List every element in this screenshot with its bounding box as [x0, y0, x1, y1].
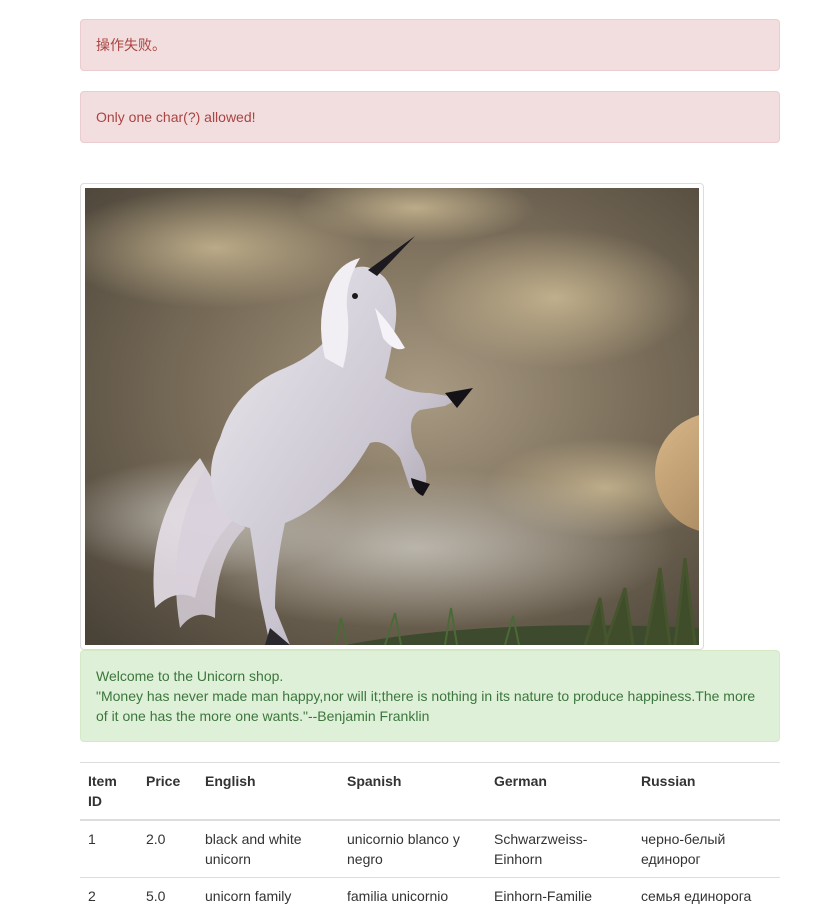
error-alert-operation-failed: 操作失败。	[80, 19, 780, 71]
welcome-quote: "Money has never made man happy,nor will…	[96, 686, 764, 726]
cell-german: Schwarzweiss-Einhorn	[486, 820, 633, 878]
cell-price: 5.0	[138, 878, 197, 914]
cell-price: 2.0	[138, 820, 197, 878]
error-alert-one-char: Only one char(?) allowed!	[80, 91, 780, 143]
error-alert-text: 操作失败。	[96, 37, 166, 53]
cell-item-id: 2	[80, 878, 138, 914]
table-row: 1 2.0 black and white unicorn unicornio …	[80, 820, 780, 878]
header-german: German	[486, 763, 633, 821]
table-header-row: Item ID Price English Spanish German Rus…	[80, 763, 780, 821]
table-row: 2 5.0 unicorn family familia unicornio E…	[80, 878, 780, 914]
welcome-text: Welcome to the Unicorn shop.	[96, 666, 764, 686]
header-item-id: Item ID	[80, 763, 138, 821]
unicorn-image-frame	[80, 183, 704, 650]
cell-russian: семья единорога	[633, 878, 780, 914]
header-russian: Russian	[633, 763, 780, 821]
cell-spanish: familia unicornio	[339, 878, 486, 914]
header-spanish: Spanish	[339, 763, 486, 821]
welcome-alert: Welcome to the Unicorn shop. "Money has …	[80, 650, 780, 742]
cell-russian: черно-белый единорог	[633, 820, 780, 878]
items-table: Item ID Price English Spanish German Rus…	[80, 762, 780, 914]
cell-spanish: unicornio blanco y negro	[339, 820, 486, 878]
header-price: Price	[138, 763, 197, 821]
cell-item-id: 1	[80, 820, 138, 878]
cell-german: Einhorn-Familie	[486, 878, 633, 914]
cell-english: black and white unicorn	[197, 820, 339, 878]
unicorn-image	[85, 188, 699, 645]
error-alert-text: Only one char(?) allowed!	[96, 109, 256, 125]
cell-english: unicorn family	[197, 878, 339, 914]
header-english: English	[197, 763, 339, 821]
